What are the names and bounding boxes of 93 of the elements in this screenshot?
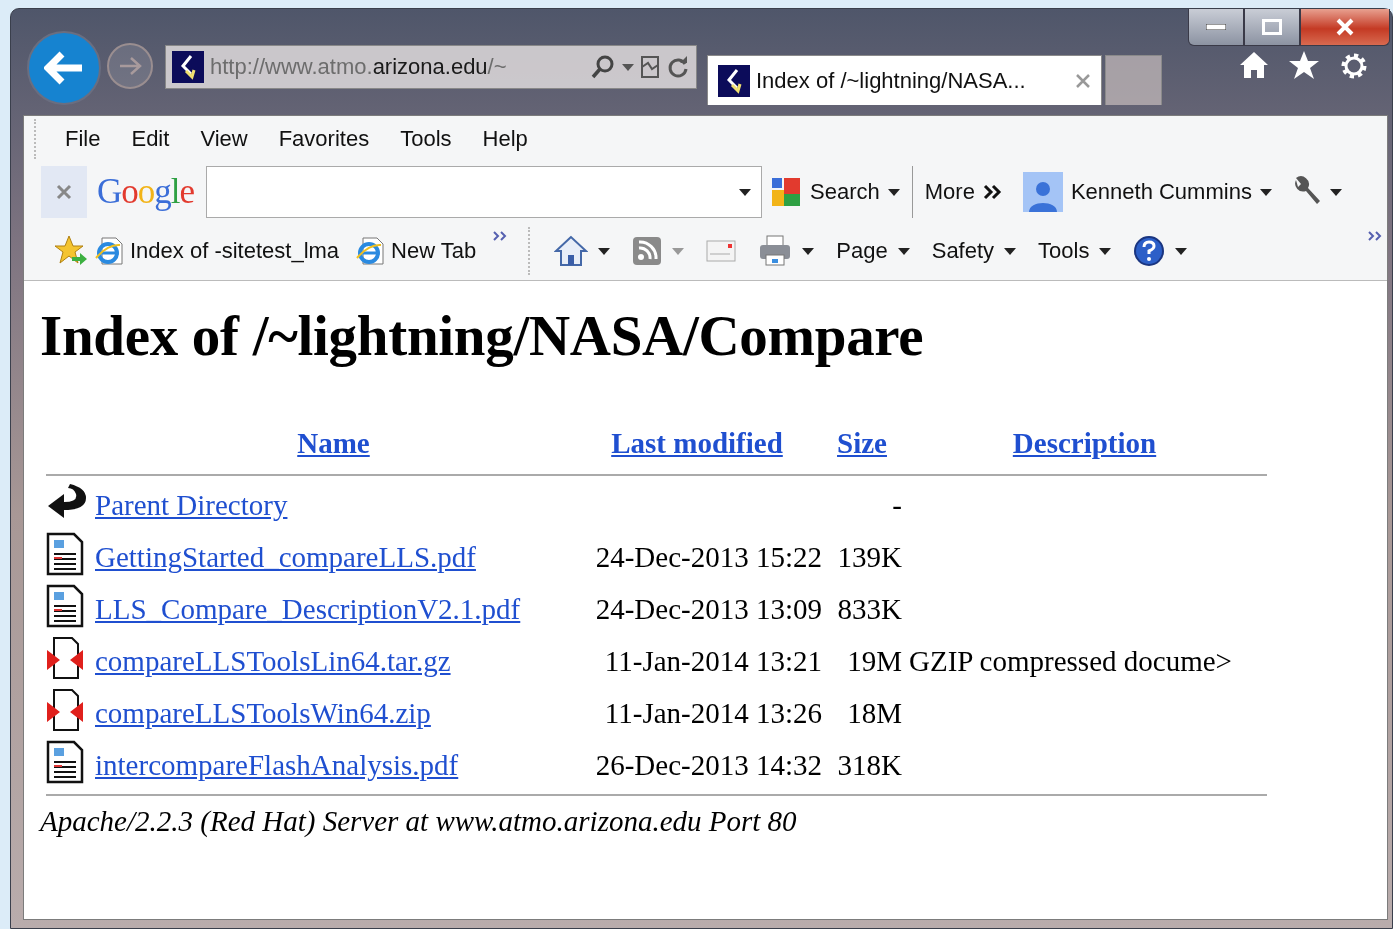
printer-icon[interactable] (758, 235, 793, 267)
document-icon (46, 583, 84, 628)
menu-item[interactable]: File (65, 126, 101, 152)
google-logo: Google (97, 172, 195, 212)
menu-item[interactable]: Favorites (278, 126, 370, 152)
browser-tab[interactable]: Index of /~lightning/NASA... (707, 55, 1102, 105)
arrow-icon (118, 56, 142, 76)
modified-date: 11-Jan-2014 13:26 (604, 696, 822, 729)
menu-item[interactable]: Tools (400, 126, 452, 152)
double-chevron-icon (982, 184, 1003, 200)
search-field[interactable] (206, 166, 763, 218)
close-icon (56, 184, 72, 200)
arrow-tile-icon (172, 51, 204, 83)
compressed-file-icon (46, 635, 84, 680)
caret-icon (598, 247, 611, 255)
ie-page-icon (355, 236, 386, 266)
menu-item[interactable]: Help (482, 126, 528, 152)
caret-icon (739, 188, 752, 196)
minimize-icon (1206, 24, 1226, 30)
close-icon[interactable] (1075, 72, 1091, 89)
search-button[interactable]: Search (770, 176, 900, 208)
menu-button[interactable]: Safety (931, 238, 1017, 264)
document-icon (46, 531, 84, 576)
file-link[interactable]: intercompareFlashAnalysis.pdf (95, 748, 459, 781)
modified-date: 24-Dec-2013 13:09 (595, 592, 822, 625)
arrow-tile-icon (718, 64, 750, 97)
column-header-link[interactable]: Last modified (611, 426, 783, 459)
avatar-icon (1022, 172, 1063, 212)
favorite-link[interactable]: New Tab (355, 236, 477, 266)
more-button[interactable]: More (924, 179, 1003, 205)
favorite-link[interactable]: Index of -sitetest_lma (94, 236, 340, 266)
file-size: 833K (837, 592, 902, 625)
forward-button[interactable] (107, 43, 153, 89)
broken-page-icon[interactable] (640, 55, 660, 79)
ie-page-icon (94, 236, 124, 266)
address-field[interactable]: http://www.atmo.arizona.edu/~ (165, 45, 697, 89)
column-header-link[interactable]: Name (297, 426, 370, 459)
search-icon[interactable] (590, 54, 616, 80)
caret-icon (1004, 247, 1017, 255)
server-signature: Apache/2.2.3 (Red Hat) Server at www.atmo.arizona.edu Port 80 (40, 805, 797, 837)
feed-icon[interactable] (632, 236, 663, 266)
close-icon (1335, 18, 1355, 36)
file-size: - (892, 488, 902, 521)
maximize-button[interactable] (1244, 9, 1300, 46)
colored-squares-icon (770, 176, 803, 208)
double-chevron-icon[interactable] (492, 230, 509, 242)
caret-icon (1259, 188, 1272, 196)
file-description: GZIP compressed docume> (909, 644, 1232, 677)
menu-button[interactable]: Tools (1038, 238, 1112, 264)
star-add-icon[interactable] (54, 235, 88, 267)
caret-icon (802, 247, 815, 255)
file-size: 139K (837, 540, 902, 573)
double-chevron-icon[interactable] (1367, 230, 1383, 242)
mail-icon[interactable] (706, 240, 737, 262)
compressed-file-icon (46, 687, 84, 732)
caret-icon (672, 247, 685, 255)
file-link[interactable]: compareLLSToolsLin64.tar.gz (95, 644, 451, 677)
caret-icon (622, 63, 634, 71)
caret-icon (897, 247, 910, 255)
file-size: 18M (847, 696, 902, 729)
caret-icon (1099, 247, 1112, 255)
help-icon[interactable] (1133, 235, 1166, 267)
file-link[interactable]: Parent Directory (95, 488, 288, 521)
file-size: 318K (837, 748, 902, 781)
file-link[interactable]: LLS_Compare_DescriptionV2.1.pdf (95, 592, 521, 625)
caret-icon (887, 188, 900, 196)
close-toolbar-button[interactable] (41, 166, 87, 218)
star-icon[interactable] (1288, 50, 1320, 80)
arrow-icon (44, 51, 84, 85)
maximize-icon (1262, 19, 1282, 35)
column-header-link[interactable]: Description (1012, 426, 1157, 459)
modified-date: 11-Jan-2014 13:21 (604, 644, 822, 677)
page-title: Index of /~lightning/NASA/Compare (40, 303, 924, 369)
file-link[interactable]: GettingStarted_compareLLS.pdf (95, 540, 476, 573)
tab-title: Index of /~lightning/NASA... (756, 67, 1027, 94)
modified-date: 24-Dec-2013 15:22 (595, 540, 822, 573)
file-link[interactable]: compareLLSToolsWin64.zip (95, 696, 431, 729)
column-header-link[interactable]: Size (837, 426, 887, 459)
file-size: 19M (847, 644, 902, 677)
caret-icon (1175, 247, 1188, 255)
refresh-icon[interactable] (666, 55, 690, 79)
menu-button[interactable]: Page (836, 238, 910, 264)
home-icon[interactable] (554, 235, 589, 267)
menu-item[interactable]: View (200, 126, 248, 152)
menu-item[interactable]: Edit (131, 126, 170, 152)
close-button[interactable] (1300, 9, 1390, 46)
document-icon (46, 739, 84, 784)
url-text: http://www.atmo.arizona.edu/~ (210, 54, 508, 80)
minimize-button[interactable] (1188, 9, 1244, 46)
caret-icon (1329, 188, 1342, 196)
account-button[interactable]: Kenneth Cummins (1022, 172, 1272, 212)
modified-date: 26-Dec-2013 14:32 (595, 748, 822, 781)
home-icon[interactable] (1238, 50, 1270, 80)
